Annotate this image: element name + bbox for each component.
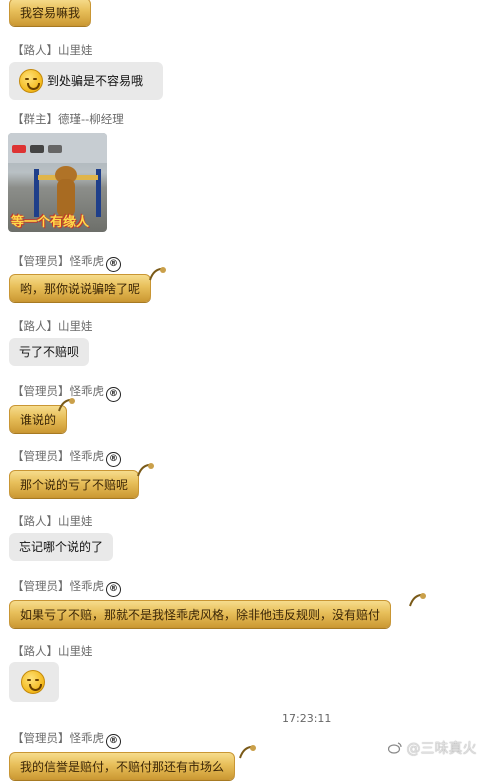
sender-name[interactable]: 【路人】山里娃 (12, 513, 93, 529)
message-bubble[interactable]: 到处骗是不容易哦 (9, 62, 163, 100)
bubble-ornament-icon (137, 463, 154, 477)
message-bubble[interactable]: 忘记哪个说的了 (9, 533, 114, 561)
registered-badge: ® (106, 582, 121, 597)
sender-label: 【管理员】怪乖虎 (12, 384, 104, 398)
dog-photo[interactable]: 等一个有缘人 (8, 133, 107, 232)
registered-badge: ® (106, 452, 121, 467)
message-bubble[interactable]: 哟，那你说说骗啥了呢 (9, 274, 152, 302)
sender-label: 【管理员】怪乖虎 (12, 254, 104, 268)
registered-badge: ® (106, 734, 121, 749)
timestamp: 17:23:11 (282, 712, 332, 725)
weibo-logo-icon (387, 742, 402, 754)
watermark: @三味真火 (387, 738, 477, 758)
message-text: 忘记哪个说的了 (19, 540, 104, 554)
sender-name[interactable]: 【管理员】怪乖虎 ® (12, 253, 121, 272)
registered-badge: ® (106, 387, 121, 402)
message-text: 哟，那你说说骗啥了呢 (20, 282, 141, 296)
sender-label: 【管理员】怪乖虎 (12, 731, 104, 745)
message-text: 如果亏了不赔，那就不是我怪乖虎风格，除非他违反规则，没有赔付 (20, 608, 381, 622)
message-bubble[interactable]: 我的信誉是赔付，不赔付那还有市场么 (9, 752, 236, 780)
watermark-text: @三味真火 (406, 741, 477, 757)
message-text: 到处骗是不容易哦 (47, 74, 144, 88)
message-text: 那个说的亏了不赔呢 (20, 478, 129, 492)
sender-name[interactable]: 【管理员】怪乖虎 ® (12, 730, 121, 749)
message-bubble[interactable]: 那个说的亏了不赔呢 (9, 470, 140, 498)
bubble-ornament-icon (409, 593, 426, 607)
message-text: 谁说的 (20, 413, 57, 427)
sender-name[interactable]: 【路人】山里娃 (12, 42, 93, 58)
message-bubble[interactable] (9, 662, 59, 702)
message-text: 我的信誉是赔付，不赔付那还有市场么 (20, 760, 225, 774)
sender-name[interactable]: 【群主】德瑾--柳经理 (12, 111, 124, 127)
message-text: 亏了不赔呗 (19, 345, 80, 359)
message-bubble[interactable]: 我容易嘛我 (9, 0, 92, 26)
sender-name[interactable]: 【路人】山里娃 (12, 318, 93, 334)
message-bubble[interactable]: 如果亏了不赔，那就不是我怪乖虎风格，除非他违反规则，没有赔付 (9, 600, 392, 628)
bubble-ornament-icon (58, 398, 75, 412)
sender-label: 【管理员】怪乖虎 (12, 449, 104, 463)
sender-name[interactable]: 【管理员】怪乖虎 ® (12, 578, 121, 597)
image-caption: 等一个有缘人 (11, 215, 90, 230)
bubble-ornament-icon (149, 267, 166, 281)
grin-emoji-icon (21, 670, 45, 694)
message-bubble[interactable]: 亏了不赔呗 (9, 338, 90, 366)
sender-label: 【管理员】怪乖虎 (12, 579, 104, 593)
registered-badge: ® (106, 257, 121, 272)
bubble-ornament-icon (239, 745, 256, 759)
sender-name[interactable]: 【管理员】怪乖虎 ® (12, 448, 121, 467)
grin-emoji-icon (19, 69, 43, 93)
message-text: 我容易嘛我 (20, 6, 81, 20)
sender-name[interactable]: 【路人】山里娃 (12, 643, 93, 659)
